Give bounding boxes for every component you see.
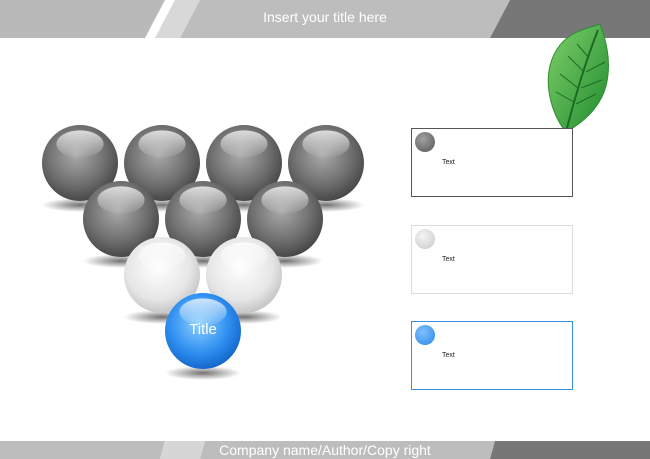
text-box-3[interactable]: Text (411, 321, 573, 390)
ball-highlight (220, 242, 268, 270)
footer-band: Company name/Author/Copy right (0, 441, 650, 459)
ball-highlight (261, 186, 309, 214)
ball-highlight (220, 130, 268, 158)
ball-highlight (302, 130, 350, 158)
title-ball-label: Title (189, 321, 217, 338)
footer-text: Company name/Author/Copy right (219, 442, 431, 458)
ball-highlight (138, 242, 186, 270)
text-box-2-label: Text (442, 256, 455, 263)
text-box-1[interactable]: Text (411, 128, 573, 197)
text-box-1-label: Text (442, 159, 455, 166)
ball-highlight (97, 186, 145, 214)
ball-pyramid (42, 125, 364, 380)
light-dot-icon (415, 229, 435, 249)
ball-highlight (179, 186, 227, 214)
text-box-3-label: Text (442, 352, 455, 359)
ball-highlight (138, 130, 186, 158)
blue-dot-icon (415, 325, 435, 345)
ball-highlight (56, 130, 104, 158)
gray-dot-icon (415, 132, 435, 152)
leaf-icon (547, 23, 609, 136)
text-box-2[interactable]: Text (411, 225, 573, 294)
